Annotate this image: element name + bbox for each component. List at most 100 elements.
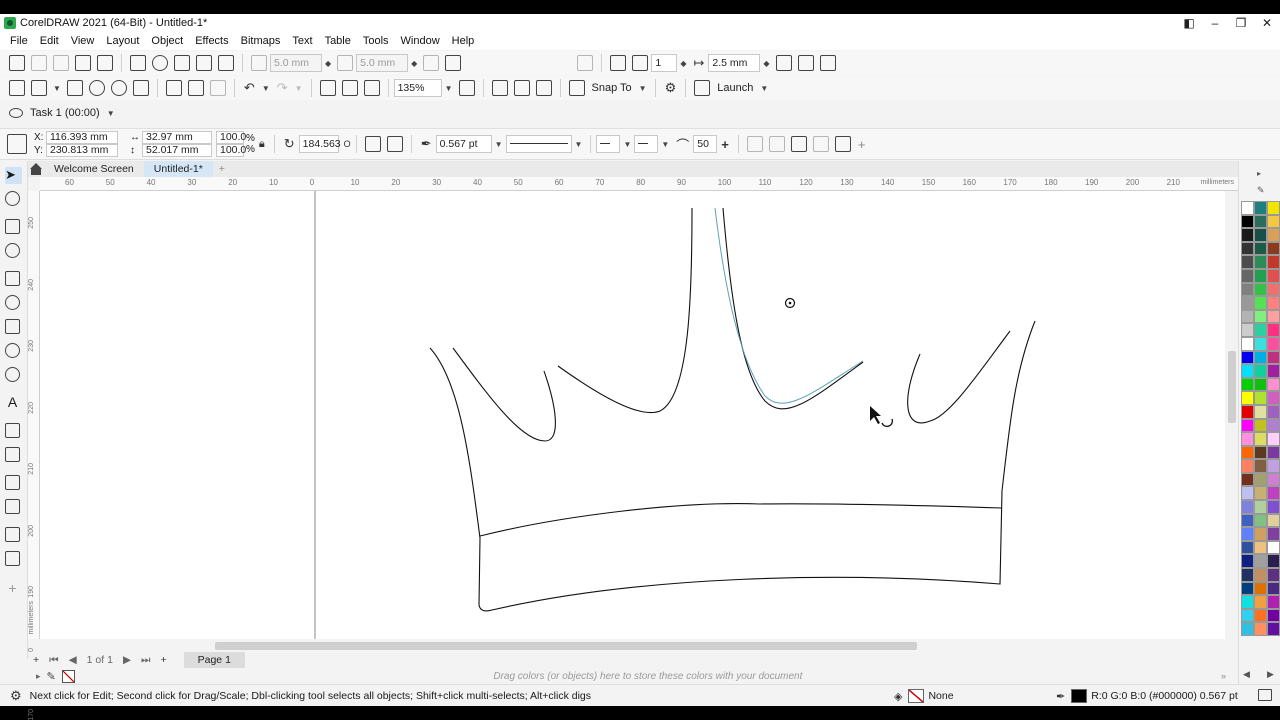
grid-icon[interactable] bbox=[513, 80, 530, 96]
color-swatch[interactable] bbox=[1241, 255, 1254, 269]
color-swatch[interactable] bbox=[1241, 296, 1254, 310]
color-swatch[interactable] bbox=[1241, 282, 1254, 297]
rulers-icon[interactable] bbox=[491, 80, 508, 96]
color-swatch[interactable] bbox=[1254, 404, 1267, 419]
account-icon[interactable]: ◧ bbox=[1176, 14, 1202, 32]
page-1-tab[interactable]: Page 1 bbox=[183, 652, 245, 668]
rotation-angle-field[interactable]: 184.563 bbox=[298, 135, 341, 153]
y-position-field[interactable]: 230.813 mm bbox=[46, 144, 118, 157]
open-icon[interactable] bbox=[31, 80, 47, 96]
color-swatch[interactable] bbox=[1254, 377, 1267, 392]
save-icon[interactable] bbox=[66, 80, 83, 96]
start-arrow-field[interactable] bbox=[596, 135, 621, 153]
color-swatch[interactable] bbox=[1254, 255, 1267, 269]
color-swatch[interactable] bbox=[1267, 255, 1280, 269]
tab-untitled-1[interactable]: Untitled-1* bbox=[143, 161, 213, 177]
color-swatch[interactable] bbox=[1267, 486, 1280, 501]
palette-scroll-left-icon[interactable]: ◀ bbox=[1243, 669, 1250, 680]
color-swatch[interactable] bbox=[1241, 364, 1254, 378]
color-swatch[interactable] bbox=[1267, 608, 1280, 623]
color-swatch[interactable] bbox=[1267, 595, 1280, 609]
color-swatch[interactable] bbox=[1254, 500, 1267, 514]
add-toolbar-icon[interactable]: + bbox=[858, 137, 866, 152]
color-swatch[interactable] bbox=[1241, 214, 1254, 229]
color-swatch[interactable] bbox=[1254, 527, 1267, 541]
full-screen-icon[interactable] bbox=[458, 80, 475, 96]
color-swatch[interactable] bbox=[1254, 309, 1267, 324]
crown-right-spike[interactable] bbox=[907, 330, 1011, 424]
vertical-ruler[interactable]: 250240230220210200190180170millimeters bbox=[28, 191, 40, 720]
palette-scroll-right-icon[interactable]: ▶ bbox=[1267, 669, 1274, 680]
pick-mode-icon[interactable] bbox=[9, 55, 25, 71]
color-swatch[interactable] bbox=[1254, 622, 1267, 636]
color-swatch[interactable] bbox=[1267, 391, 1280, 405]
color-swatch[interactable] bbox=[1267, 527, 1280, 541]
crown-center-left-curve[interactable] bbox=[557, 207, 693, 413]
color-swatch[interactable] bbox=[1267, 513, 1280, 528]
interactive-fill-tool[interactable] bbox=[5, 551, 22, 568]
color-swatch[interactable] bbox=[1241, 581, 1254, 596]
add-page-before-button[interactable]: + bbox=[33, 654, 39, 666]
print-icon[interactable] bbox=[132, 80, 149, 96]
color-swatch[interactable] bbox=[1267, 418, 1280, 433]
zoom-level-field[interactable]: 135% bbox=[393, 79, 442, 97]
menu-object[interactable]: Object bbox=[145, 35, 189, 47]
nudge-count-field[interactable]: 1 bbox=[651, 54, 678, 72]
color-swatch[interactable] bbox=[1241, 622, 1254, 636]
drawing-canvas[interactable] bbox=[40, 191, 1225, 639]
status-settings-icon[interactable]: ⚙ bbox=[10, 688, 22, 704]
node-select-icon[interactable] bbox=[174, 55, 190, 71]
drop-shadow-tool[interactable] bbox=[5, 475, 22, 492]
selected-curve-highlight[interactable] bbox=[714, 207, 864, 404]
color-swatch[interactable] bbox=[1267, 268, 1280, 283]
cloud-icon[interactable] bbox=[88, 80, 105, 96]
color-swatch[interactable] bbox=[1267, 472, 1280, 487]
color-swatch[interactable] bbox=[1267, 228, 1280, 242]
freehand-tool[interactable] bbox=[5, 271, 22, 288]
menu-effects[interactable]: Effects bbox=[189, 35, 234, 47]
scale-width-field[interactable]: 100.0 bbox=[216, 131, 246, 144]
text-tool[interactable]: A bbox=[5, 395, 22, 412]
color-swatch[interactable] bbox=[1267, 214, 1280, 229]
menu-text[interactable]: Text bbox=[286, 35, 318, 47]
menu-layout[interactable]: Layout bbox=[100, 35, 145, 47]
first-page-button[interactable]: ⏮ bbox=[49, 654, 58, 667]
color-swatch[interactable] bbox=[1241, 241, 1254, 256]
color-swatch[interactable] bbox=[1267, 309, 1280, 324]
reduce-nodes-icon[interactable] bbox=[797, 55, 814, 71]
color-swatch[interactable] bbox=[1254, 282, 1267, 297]
color-swatch[interactable] bbox=[1241, 459, 1254, 473]
cut-icon[interactable] bbox=[165, 80, 182, 96]
pick-tool[interactable]: ➤ bbox=[5, 167, 22, 184]
extract-icon[interactable] bbox=[196, 55, 212, 71]
color-swatch[interactable] bbox=[1267, 336, 1280, 351]
color-swatch[interactable] bbox=[1241, 228, 1254, 242]
color-swatch[interactable] bbox=[1267, 540, 1280, 555]
color-swatch[interactable] bbox=[1254, 201, 1267, 215]
add-page-after-button[interactable]: + bbox=[160, 654, 166, 666]
crown-left-outline[interactable] bbox=[429, 320, 1036, 612]
crown-band-top[interactable] bbox=[479, 503, 1003, 537]
color-swatch[interactable] bbox=[1241, 527, 1254, 541]
nudge-width-field[interactable]: 5.0 mm bbox=[270, 54, 322, 72]
mirror-horizontal-icon[interactable] bbox=[364, 136, 381, 152]
color-swatch[interactable] bbox=[1241, 513, 1254, 528]
guidelines-icon[interactable] bbox=[535, 80, 552, 96]
color-swatch[interactable] bbox=[1254, 445, 1267, 460]
color-swatch[interactable] bbox=[1254, 608, 1267, 623]
color-swatch[interactable] bbox=[1254, 336, 1267, 351]
color-swatch[interactable] bbox=[1254, 296, 1267, 310]
add-tool-button[interactable]: + bbox=[5, 581, 22, 598]
node-add-icon[interactable] bbox=[130, 55, 146, 71]
menu-view[interactable]: View bbox=[65, 35, 101, 47]
color-swatch[interactable] bbox=[1254, 432, 1267, 446]
tab-welcome-screen[interactable]: Welcome Screen bbox=[44, 161, 144, 177]
copy-properties-icon[interactable] bbox=[97, 55, 113, 71]
color-swatch[interactable] bbox=[1241, 350, 1254, 365]
color-swatch[interactable] bbox=[1254, 418, 1267, 433]
color-swatch[interactable] bbox=[1241, 432, 1254, 446]
nudge-height-field[interactable]: 5.0 mm bbox=[356, 54, 409, 72]
color-swatch[interactable] bbox=[1241, 201, 1254, 215]
home-icon[interactable] bbox=[30, 163, 42, 175]
color-swatch[interactable] bbox=[1267, 201, 1280, 215]
